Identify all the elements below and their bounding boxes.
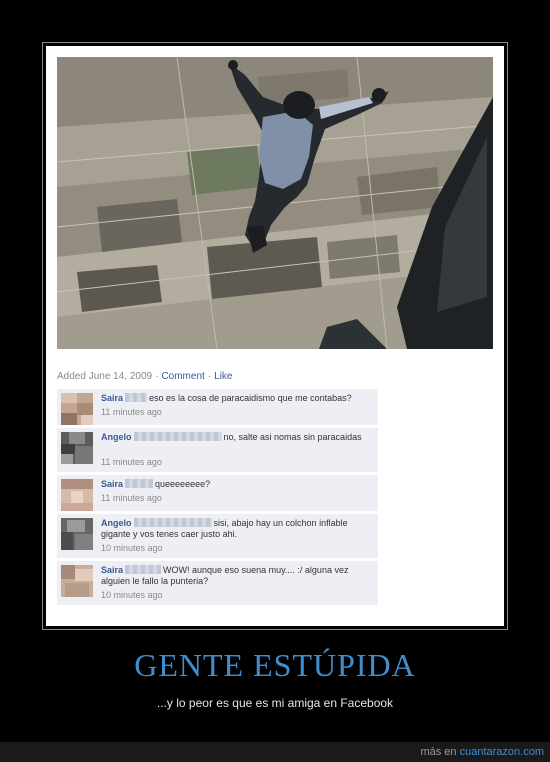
comment-author[interactable]: Saira bbox=[101, 479, 123, 489]
comment-item: Saira eso es la cosa de paracaidismo que … bbox=[57, 389, 378, 425]
comment-item: Angelo sisi, abajo hay un colchon inflabl… bbox=[57, 514, 378, 558]
avatar[interactable] bbox=[61, 479, 93, 511]
comment-author[interactable]: Angelo bbox=[101, 432, 132, 442]
redacted-surname bbox=[125, 393, 148, 402]
comment-text: queeeeeeee? bbox=[155, 479, 211, 489]
meme-headline: GENTE ESTÚPIDA bbox=[134, 647, 416, 683]
comment-author[interactable]: Angelo bbox=[101, 518, 132, 528]
comment-time: 10 minutes ago bbox=[101, 590, 163, 600]
site-link[interactable]: cuantarazon.com bbox=[460, 746, 544, 758]
comment-item: Saira WOW! aunque eso suena muy.... :/ al… bbox=[57, 561, 378, 605]
comment-list: Saira eso es la cosa de paracaidismo que … bbox=[57, 389, 378, 608]
site-footer: más en cuantarazon.com bbox=[0, 742, 550, 762]
like-link[interactable]: Like bbox=[214, 371, 232, 382]
redacted-surname bbox=[125, 565, 162, 574]
meme-subtitle: ...y lo peor es que es mi amiga en Faceb… bbox=[156, 696, 394, 710]
post-meta: Added June 14, 2009 · Comment · Like bbox=[57, 371, 233, 382]
comment-author[interactable]: Saira bbox=[101, 565, 123, 575]
avatar[interactable] bbox=[61, 518, 93, 550]
comment-item: Saira queeeeeeee? 11 minutes ago bbox=[57, 475, 378, 511]
facebook-post-card: Added June 14, 2009 · Comment · Like Saira es… bbox=[46, 46, 504, 626]
comment-time: 11 minutes ago bbox=[101, 493, 162, 503]
comment-author[interactable]: Saira bbox=[101, 393, 123, 403]
avatar[interactable] bbox=[61, 432, 93, 464]
meta-separator: · bbox=[155, 371, 159, 382]
comment-text: no, salte asi nomas sin paracaidas bbox=[223, 432, 362, 442]
footer-prefix: más en bbox=[420, 746, 460, 758]
comment-link[interactable]: Comment bbox=[161, 371, 204, 382]
redacted-surname bbox=[125, 479, 154, 488]
comment-item: Angelo no, salte asi nomas sin paracaidas… bbox=[57, 428, 378, 472]
redacted-surname bbox=[133, 518, 212, 527]
redacted-surname bbox=[133, 432, 222, 441]
skydiver-photo[interactable] bbox=[57, 57, 493, 349]
avatar[interactable] bbox=[61, 565, 93, 597]
post-date: Added June 14, 2009 bbox=[57, 371, 153, 382]
meme-frame: Added June 14, 2009 · Comment · Like Saira es… bbox=[42, 42, 508, 630]
avatar[interactable] bbox=[61, 393, 93, 425]
meta-separator: · bbox=[207, 371, 212, 382]
comment-time: 11 minutes ago bbox=[101, 457, 162, 467]
comment-time: 10 minutes ago bbox=[101, 543, 163, 553]
comment-time: 11 minutes ago bbox=[101, 407, 162, 417]
comment-text: eso es la cosa de paracaidismo que me co… bbox=[149, 393, 352, 403]
